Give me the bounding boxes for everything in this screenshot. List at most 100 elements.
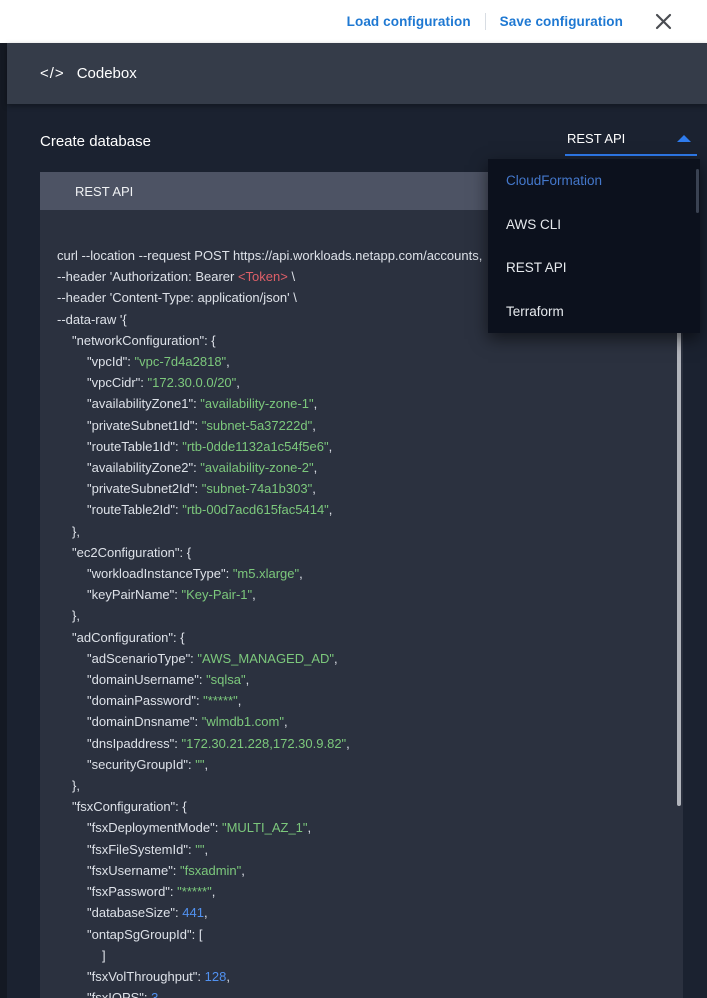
code-token-plain: "domainUsername": (87, 672, 206, 687)
code-token-plain: "fsxUsername": (87, 863, 180, 878)
code-token-plain: "dnsIpaddress": (87, 736, 182, 751)
code-token-plain: }, (72, 608, 80, 623)
code-token-plain: curl --location --request POST https://a… (57, 248, 482, 263)
close-icon[interactable] (653, 12, 673, 32)
code-token-plain: , (334, 651, 338, 666)
dropdown-item-terraform[interactable]: Terraform (488, 290, 700, 334)
code-token-plain: , (346, 736, 350, 751)
code-token-string: "AWS_MANAGED_AD" (197, 651, 334, 666)
code-token-string: "172.30.0.0/20" (148, 375, 237, 390)
code-token-number: 441 (182, 905, 204, 920)
code-token-plain: , (284, 714, 288, 729)
code-token-string: "rtb-00d7acd615fac5414" (182, 502, 329, 517)
code-line: "securityGroupId": "", (40, 754, 683, 775)
code-token-plain: , (204, 842, 208, 857)
code-token-plain: "fsxPassword": (87, 884, 177, 899)
code-token-plain: , (252, 587, 256, 602)
code-line: "adScenarioType": "AWS_MANAGED_AD", (40, 648, 683, 669)
code-token-string: "MULTI_AZ_1" (222, 820, 308, 835)
code-token-plain: "workloadInstanceType": (87, 566, 233, 581)
save-configuration-link[interactable]: Save configuration (500, 14, 623, 29)
code-token-plain: "ec2Configuration": { (72, 545, 191, 560)
dropdown-item-aws-cli[interactable]: AWS CLI (488, 203, 700, 247)
code-line: "routeTable1Id": "rtb-0dde1132a1c54f5e6"… (40, 436, 683, 457)
chevron-up-icon (677, 135, 691, 142)
code-line: "fsxDeploymentMode": "MULTI_AZ_1", (40, 817, 683, 838)
code-token-string: "*****" (203, 693, 238, 708)
code-token-plain: , (204, 757, 208, 772)
codebox-title: Codebox (77, 65, 137, 82)
code-line: "vpcCidr": "172.30.0.0/20", (40, 372, 683, 393)
top-bar-divider (485, 13, 486, 30)
code-token-plain: , (226, 354, 230, 369)
code-line: "domainPassword": "*****", (40, 690, 683, 711)
code-token-token: <Token> (238, 269, 288, 284)
code-line: "fsxUsername": "fsxadmin", (40, 860, 683, 881)
code-token-plain: \ (288, 269, 295, 284)
code-token-plain: , (314, 460, 318, 475)
code-line: "dnsIpaddress": "172.30.21.228,172.30.9.… (40, 733, 683, 754)
dropdown-item-rest-api[interactable]: REST API (488, 246, 700, 290)
code-token-plain: --header 'Content-Type: application/json… (57, 290, 297, 305)
page-title: Create database (40, 133, 151, 150)
code-token-plain: --header 'Authorization: Bearer (57, 269, 238, 284)
code-line: "fsxPassword": "*****", (40, 881, 683, 902)
code-token-string: "m5.xlarge" (233, 566, 299, 581)
code-token-string: "availability-zone-2" (200, 460, 313, 475)
code-line: "routeTable2Id": "rtb-00d7acd615fac5414"… (40, 499, 683, 520)
code-token-plain: "domainDnsname": (87, 714, 202, 729)
format-selector-value: REST API (567, 131, 625, 146)
code-line: "fsxIOPS": 3, (40, 987, 683, 998)
format-selector[interactable]: REST API (565, 123, 697, 156)
code-token-plain: "privateSubnet1Id": (87, 418, 202, 433)
dropdown-item-cloudformation[interactable]: CloudFormation (488, 159, 700, 203)
codebox-drawer: </> Codebox Create database REST API RES… (7, 43, 707, 998)
code-line: }, (40, 775, 683, 796)
code-token-plain: , (226, 969, 230, 984)
code-token-plain: --data-raw '{ (57, 312, 127, 327)
code-token-string: "*****" (177, 884, 212, 899)
code-token-plain: "networkConfiguration": { (72, 333, 216, 348)
code-token-string: "vpc-7d4a2818" (135, 354, 227, 369)
code-line: "vpcId": "vpc-7d4a2818", (40, 351, 683, 372)
code-token-plain: "privateSubnet2Id": (87, 481, 202, 496)
code-token-plain: , (312, 418, 316, 433)
code-token-plain: , (236, 375, 240, 390)
code-token-plain: }, (72, 778, 80, 793)
code-token-plain: "adScenarioType": (87, 651, 197, 666)
code-token-plain: , (314, 396, 318, 411)
code-token-plain: "vpcId": (87, 354, 135, 369)
code-line: "fsxVolThroughput": 128, (40, 966, 683, 987)
code-token-plain: , (246, 672, 250, 687)
code-token-plain: "keyPairName": (87, 587, 181, 602)
code-token-plain: , (238, 693, 242, 708)
code-token-plain: "securityGroupId": (87, 757, 195, 772)
code-line: "fsxFileSystemId": "", (40, 839, 683, 860)
dropdown-scrollbar-thumb[interactable] (696, 169, 699, 213)
code-line: "workloadInstanceType": "m5.xlarge", (40, 563, 683, 584)
code-token-plain: "routeTable2Id": (87, 502, 182, 517)
code-token-string: "Key-Pair-1" (181, 587, 252, 602)
code-token-plain: "adConfiguration": { (72, 630, 185, 645)
code-token-plain: "fsxFileSystemId": (87, 842, 195, 857)
load-configuration-link[interactable]: Load configuration (347, 14, 471, 29)
code-token-plain: , (212, 884, 216, 899)
code-line: "domainDnsname": "wlmdb1.com", (40, 711, 683, 732)
code-token-plain: "fsxDeploymentMode": (87, 820, 222, 835)
code-token-string: "172.30.21.228,172.30.9.82" (182, 736, 347, 751)
code-token-string: "wlmdb1.com" (202, 714, 284, 729)
code-token-plain: }, (72, 524, 80, 539)
code-token-string: "availability-zone-1" (200, 396, 313, 411)
code-token-plain: "fsxIOPS": (87, 990, 151, 998)
code-tab-label: REST API (75, 184, 133, 199)
code-line: "privateSubnet1Id": "subnet-5a37222d", (40, 415, 683, 436)
code-line: "databaseSize": 441, (40, 902, 683, 923)
format-dropdown-menu: CloudFormationAWS CLIREST APITerraform (488, 159, 700, 333)
code-line: "keyPairName": "Key-Pair-1", (40, 584, 683, 605)
code-token-string: "rtb-0dde1132a1c54f5e6" (182, 439, 328, 454)
code-line: "privateSubnet2Id": "subnet-74a1b303", (40, 478, 683, 499)
code-token-plain: ] (102, 948, 106, 963)
code-token-plain: "routeTable1Id": (87, 439, 182, 454)
code-line: ] (40, 945, 683, 966)
code-token-plain: "vpcCidr": (87, 375, 148, 390)
